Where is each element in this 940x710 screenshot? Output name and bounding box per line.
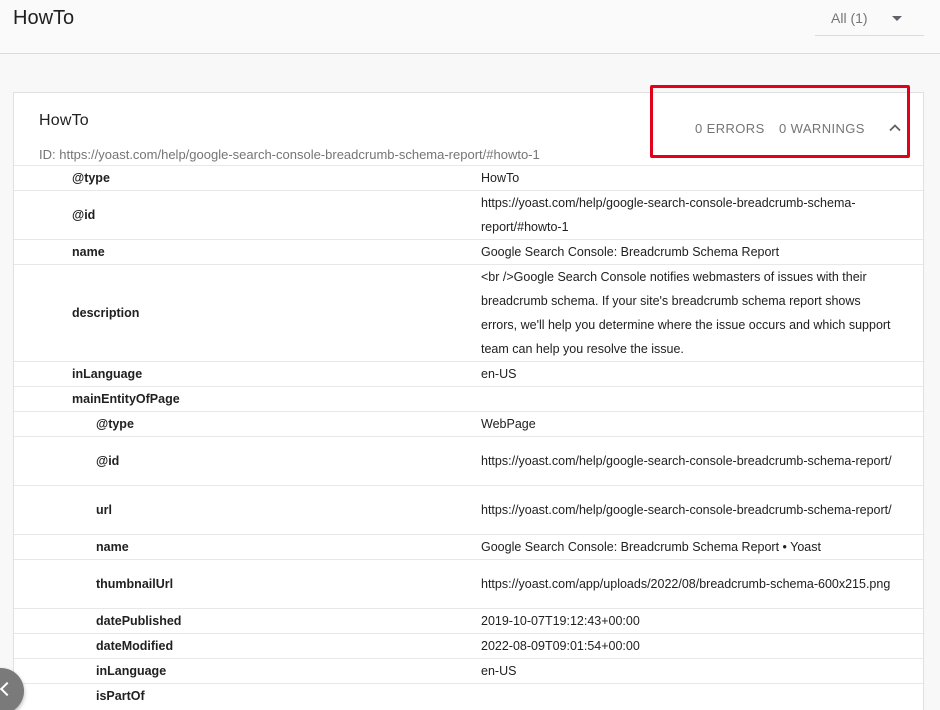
item-title: HowTo	[39, 112, 89, 129]
property-key: inLanguage	[14, 658, 481, 684]
property-value: en-US	[481, 361, 923, 387]
table-row: @type WebPage	[14, 411, 923, 437]
item-id: ID: https://yoast.com/help/google-search…	[39, 147, 540, 162]
property-value: https://yoast.com/help/google-search-con…	[481, 485, 923, 535]
table-row: description <br />Google Search Console n…	[14, 264, 923, 362]
property-value: HowTo	[481, 165, 923, 191]
property-value: https://yoast.com/help/google-search-con…	[481, 190, 923, 240]
page-title: HowTo	[13, 7, 75, 29]
property-key: thumbnailUrl	[14, 559, 481, 609]
dropdown-arrow-icon	[892, 16, 902, 21]
property-key: description	[14, 264, 481, 362]
table-row: name Google Search Console: Breadcrumb Sc…	[14, 239, 923, 265]
property-key: @type	[14, 165, 481, 191]
property-key: mainEntityOfPage	[14, 386, 481, 412]
property-value	[481, 683, 923, 709]
property-key: inLanguage	[14, 361, 481, 387]
property-key: @id	[14, 190, 481, 240]
property-key: isPartOf	[14, 683, 481, 709]
property-key: name	[14, 534, 481, 560]
collapse-button[interactable]	[886, 119, 904, 137]
property-value: https://yoast.com/app/uploads/2022/08/br…	[481, 559, 923, 609]
top-bar: HowTo All (1)	[0, 0, 940, 54]
table-row: datePublished 2019-10-07T19:12:43+00:00	[14, 608, 923, 634]
property-value: <br />Google Search Console notifies web…	[481, 264, 923, 362]
table-row: isPartOf	[14, 683, 923, 709]
table-row: inLanguage en-US	[14, 658, 923, 684]
property-key: name	[14, 239, 481, 265]
property-value: 2022-08-09T09:01:54+00:00	[481, 633, 923, 659]
table-row: inLanguage en-US	[14, 361, 923, 387]
property-key: @type	[14, 411, 481, 437]
property-value	[481, 386, 923, 412]
property-key: datePublished	[14, 608, 481, 634]
property-value: 2019-10-07T19:12:43+00:00	[481, 608, 923, 634]
property-key: url	[14, 485, 481, 535]
item-filter-dropdown[interactable]: All (1)	[815, 0, 924, 36]
table-row: @id https://yoast.com/help/google-search-…	[14, 436, 923, 486]
filter-label: All (1)	[831, 10, 868, 26]
table-row: @type HowTo	[14, 165, 923, 191]
property-value: en-US	[481, 658, 923, 684]
errors-count: 0 ERRORS	[695, 121, 765, 136]
property-key: @id	[14, 436, 481, 486]
table-row: thumbnailUrl https://yoast.com/app/upload…	[14, 559, 923, 609]
properties-table: @type HowTo @id https://yoast.com/help/goog…	[14, 165, 923, 709]
table-row: dateModified 2022-08-09T09:01:54+00:00	[14, 633, 923, 659]
warnings-count: 0 WARNINGS	[779, 121, 865, 136]
property-value: https://yoast.com/help/google-search-con…	[481, 436, 923, 486]
property-key: dateModified	[14, 633, 481, 659]
property-value: Google Search Console: Breadcrumb Schema…	[481, 534, 923, 560]
property-value: Google Search Console: Breadcrumb Schema…	[481, 239, 923, 265]
table-row: @id https://yoast.com/help/google-search-…	[14, 190, 923, 240]
chevron-icon	[0, 681, 15, 697]
chevron-up-icon	[889, 124, 901, 132]
table-row: name Google Search Console: Breadcrumb Sc…	[14, 534, 923, 560]
property-value: WebPage	[481, 411, 923, 437]
table-row: mainEntityOfPage	[14, 386, 923, 412]
structured-data-item-card: HowTo ID: https://yoast.com/help/google-…	[13, 92, 924, 710]
table-row: url https://yoast.com/help/google-search-…	[14, 485, 923, 535]
